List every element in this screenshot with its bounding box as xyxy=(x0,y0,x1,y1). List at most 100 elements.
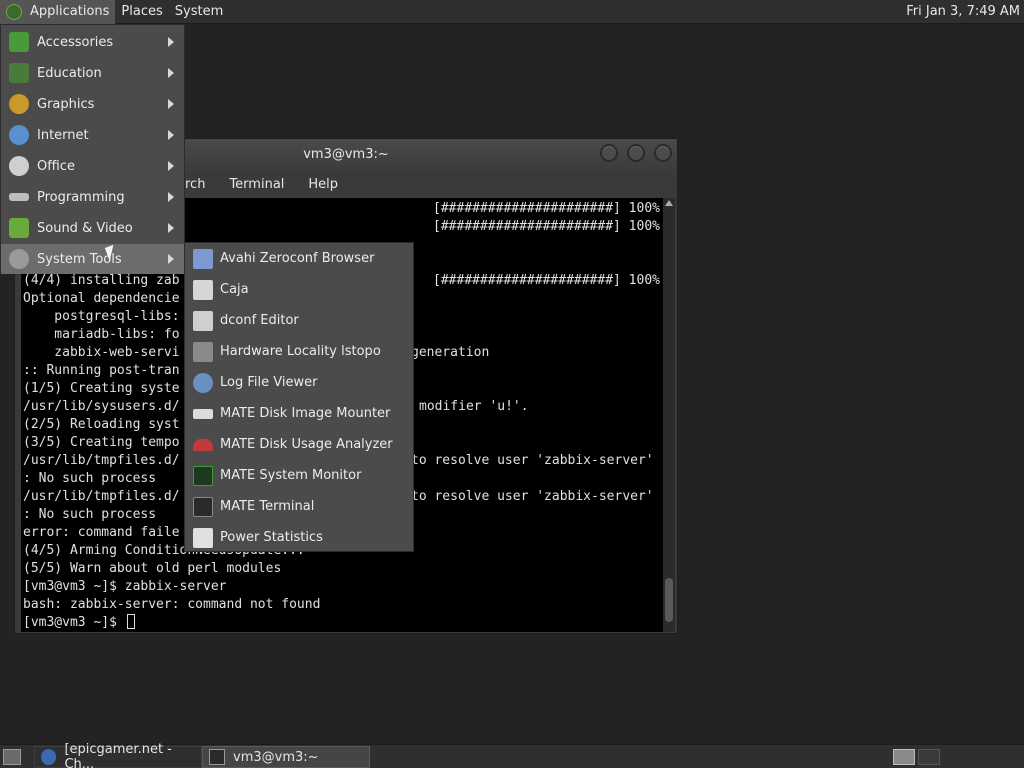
menu-item-label: Internet xyxy=(37,127,89,143)
top-panel: Applications Places System Fri Jan 3, 7:… xyxy=(0,0,1024,24)
menu-item-label: Accessories xyxy=(37,34,114,50)
submenu-item-label: MATE Disk Usage Analyzer xyxy=(220,437,393,452)
terminal-fragment: to resolve user 'zabbix-server' xyxy=(411,489,654,504)
submenu-arrow-icon xyxy=(168,68,174,78)
maximize-button[interactable] xyxy=(627,144,645,162)
workspace-2[interactable] xyxy=(918,749,940,765)
terminal-icon xyxy=(209,749,225,765)
text-cursor xyxy=(126,614,135,629)
workspace-1[interactable] xyxy=(893,749,915,765)
disk-mounter-icon xyxy=(193,408,213,419)
scroll-up-icon[interactable] xyxy=(665,200,673,206)
menu-item-label: Programming xyxy=(37,189,125,205)
submenu-item-label: dconf Editor xyxy=(220,313,299,328)
submenu-arrow-icon xyxy=(168,192,174,202)
system-tools-submenu: Avahi Zeroconf Browser Caja dconf Editor… xyxy=(184,242,414,552)
terminal-line: /usr/lib/tmpfiles.d/ xyxy=(23,453,180,468)
menu-item-sound-video[interactable]: Sound & Video xyxy=(1,213,184,243)
terminal-line: :: Running post-tran xyxy=(23,363,180,378)
terminal-line: Optional dependencie xyxy=(23,291,180,306)
menu-search[interactable]: rch xyxy=(185,177,205,192)
sound-video-icon xyxy=(9,218,29,238)
places-menu[interactable]: Places xyxy=(115,0,168,24)
menu-terminal[interactable]: Terminal xyxy=(229,177,284,192)
terminal-line: zabbix-web-servi xyxy=(23,345,180,360)
close-button[interactable] xyxy=(654,144,672,162)
submenu-item-lstopo[interactable]: Hardware Locality lstopo xyxy=(185,336,413,367)
taskbar-item-terminal[interactable]: vm3@vm3:~ xyxy=(202,746,370,768)
submenu-item-label: MATE Disk Image Mounter xyxy=(220,406,391,421)
taskbar-item-label: vm3@vm3:~ xyxy=(233,749,319,765)
education-icon xyxy=(9,63,29,83)
terminal-line: bash: zabbix-server: command not found xyxy=(23,597,321,612)
menu-item-internet[interactable]: Internet xyxy=(1,120,184,150)
terminal-line: /usr/lib/sysusers.d/ xyxy=(23,399,180,414)
caja-icon xyxy=(193,279,213,300)
terminal-line: (3/5) Creating tempo xyxy=(23,435,180,450)
taskbar-item-browser[interactable]: [epicgamer.net - Ch... xyxy=(34,742,202,768)
submenu-item-label: Power Statistics xyxy=(220,530,323,545)
submenu-item-power-statistics[interactable]: Power Statistics xyxy=(185,522,413,553)
menu-item-label: Graphics xyxy=(37,96,95,112)
menu-item-programming[interactable]: Programming xyxy=(1,182,184,212)
power-statistics-icon xyxy=(193,527,213,548)
submenu-item-dconf[interactable]: dconf Editor xyxy=(185,305,413,336)
graphics-icon xyxy=(9,94,29,114)
submenu-item-log-viewer[interactable]: Log File Viewer xyxy=(185,367,413,398)
menu-help[interactable]: Help xyxy=(308,177,338,192)
menu-item-graphics[interactable]: Graphics xyxy=(1,89,184,119)
submenu-item-disk-usage[interactable]: MATE Disk Usage Analyzer xyxy=(185,429,413,460)
terminal-icon xyxy=(193,496,213,517)
submenu-arrow-icon xyxy=(168,37,174,47)
terminal-line: mariadb-libs: fo xyxy=(23,327,180,342)
terminal-line: (4/4) installing zab xyxy=(23,273,180,288)
progress-text: [######################] 100% xyxy=(433,273,660,288)
accessories-icon xyxy=(9,32,29,52)
browser-icon xyxy=(41,749,57,765)
dconf-icon xyxy=(193,310,213,331)
submenu-item-system-monitor[interactable]: MATE System Monitor xyxy=(185,460,413,491)
terminal-line: (2/5) Reloading syst xyxy=(23,417,180,432)
disk-usage-icon xyxy=(193,438,213,451)
submenu-item-label: Avahi Zeroconf Browser xyxy=(220,251,375,266)
internet-icon xyxy=(9,125,29,145)
bottom-panel: [epicgamer.net - Ch... vm3@vm3:~ xyxy=(0,742,1024,768)
menu-item-label: Education xyxy=(37,65,102,81)
menu-item-system-tools[interactable]: System Tools xyxy=(1,244,184,274)
submenu-item-avahi[interactable]: Avahi Zeroconf Browser xyxy=(185,243,413,274)
terminal-prompt-line: [vm3@vm3 ~]$ xyxy=(23,614,135,632)
places-label: Places xyxy=(121,4,163,19)
terminal-scrollbar[interactable] xyxy=(663,198,675,632)
terminal-fragment: to resolve user 'zabbix-server' xyxy=(411,453,654,468)
minimize-button[interactable] xyxy=(600,144,618,162)
system-monitor-icon xyxy=(193,465,213,486)
terminal-line: (5/5) Warn about old perl modules xyxy=(23,561,282,576)
system-menu[interactable]: System xyxy=(169,0,229,24)
clock[interactable]: Fri Jan 3, 7:49 AM xyxy=(906,0,1020,24)
lstopo-icon xyxy=(193,341,213,362)
submenu-item-terminal[interactable]: MATE Terminal xyxy=(185,491,413,522)
menu-item-office[interactable]: Office xyxy=(1,151,184,181)
menu-item-label: Sound & Video xyxy=(37,220,133,236)
submenu-item-label: Log File Viewer xyxy=(220,375,318,390)
submenu-item-label: Caja xyxy=(220,282,249,297)
menu-item-accessories[interactable]: Accessories xyxy=(1,27,184,57)
submenu-item-disk-mounter[interactable]: MATE Disk Image Mounter xyxy=(185,398,413,429)
mate-logo-icon xyxy=(6,3,22,20)
scroll-thumb[interactable] xyxy=(665,578,673,622)
applications-menu[interactable]: Applications xyxy=(0,0,116,24)
terminal-line: : No such process xyxy=(23,507,157,522)
menu-item-label: Office xyxy=(37,158,75,174)
submenu-arrow-icon xyxy=(168,161,174,171)
menu-item-education[interactable]: Education xyxy=(1,58,184,88)
terminal-line: [vm3@vm3 ~]$ zabbix-server xyxy=(23,579,227,594)
submenu-arrow-icon xyxy=(168,130,174,140)
terminal-fragment: modifier 'u!'. xyxy=(419,399,529,414)
submenu-item-caja[interactable]: Caja xyxy=(185,274,413,305)
show-desktop-button[interactable] xyxy=(3,749,21,765)
terminal-fragment: generation xyxy=(411,345,490,360)
system-tools-icon xyxy=(9,249,29,269)
office-icon xyxy=(9,156,29,176)
submenu-arrow-icon xyxy=(168,99,174,109)
submenu-item-label: MATE System Monitor xyxy=(220,468,362,483)
